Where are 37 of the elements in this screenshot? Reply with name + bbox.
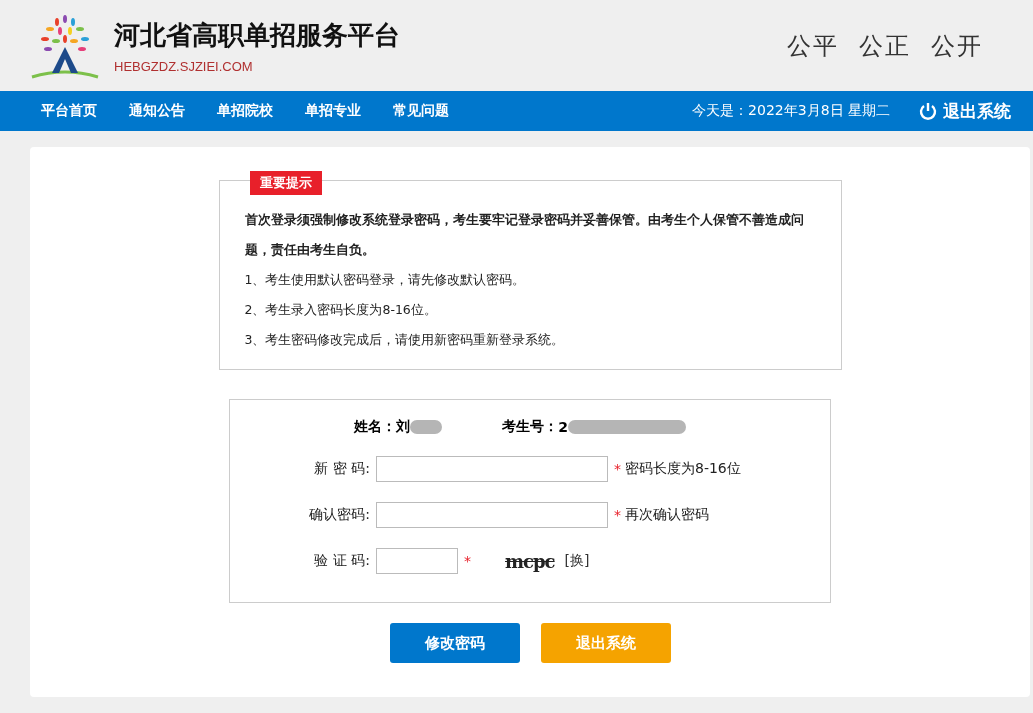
field-label: 新 密 码: xyxy=(313,460,371,478)
field-hint: 再次确认密码 xyxy=(625,506,709,524)
field-label: 确认密码: xyxy=(308,506,371,524)
nav-link[interactable]: 平台首页 xyxy=(25,102,113,120)
field-hint: 密码长度为8-16位 xyxy=(625,460,741,478)
refresh-link[interactable]: [换] xyxy=(564,552,590,570)
nav-link[interactable]: 单招院校 xyxy=(201,102,289,120)
logout-link[interactable]: 退出系统 xyxy=(918,99,1011,123)
redaction-blur xyxy=(410,420,443,434)
notice-badge: 重要提示 xyxy=(249,171,322,195)
date-text: 今天是：2022年3月8日 星期二 xyxy=(692,102,890,120)
slogan-text: 公平 xyxy=(787,30,839,62)
submit-button[interactable]: 修改密码 xyxy=(389,623,520,663)
field-label: 验 证 码: xyxy=(313,552,371,570)
required-mark: * xyxy=(614,461,621,477)
name-value: 刘 xyxy=(396,418,411,436)
name-label: 姓名： xyxy=(354,418,397,436)
slogan-text: 公开 xyxy=(931,30,983,62)
nav-link[interactable]: 常见问题 xyxy=(377,102,465,120)
password-field[interactable] xyxy=(376,502,608,528)
notice-item: 1、考生使用默认密码登录，请先修改默认密码。 xyxy=(244,271,527,289)
notice-item: 3、考生密码修改完成后，请使用新密码重新登录系统。 xyxy=(244,331,566,349)
required-mark: * xyxy=(464,553,471,569)
slogan-text: 公正 xyxy=(859,30,911,62)
power-icon xyxy=(918,101,938,121)
notice-item: 2、考生录入密码长度为8-16位。 xyxy=(244,301,438,319)
nav-link[interactable]: 通知公告 xyxy=(113,102,201,120)
id-label: 考生号： xyxy=(502,418,559,436)
site-title: 河北省高职单招服务平台 xyxy=(114,18,400,52)
site-domain: HEBGZDZ.SJZIEI.COM xyxy=(114,58,254,74)
password-field[interactable] xyxy=(376,456,608,482)
captcha-image: mcpc xyxy=(505,550,555,572)
required-mark: * xyxy=(614,507,621,523)
nav-link[interactable]: 单招专业 xyxy=(289,102,377,120)
id-value: 2 xyxy=(558,419,568,435)
captcha-field[interactable] xyxy=(376,548,458,574)
notice-lead: 首次登录须强制修改系统登录密码，考生要牢记登录密码并妥善保管。由考生个人保管不善造成问题，责任由考生自负。 xyxy=(244,211,805,259)
